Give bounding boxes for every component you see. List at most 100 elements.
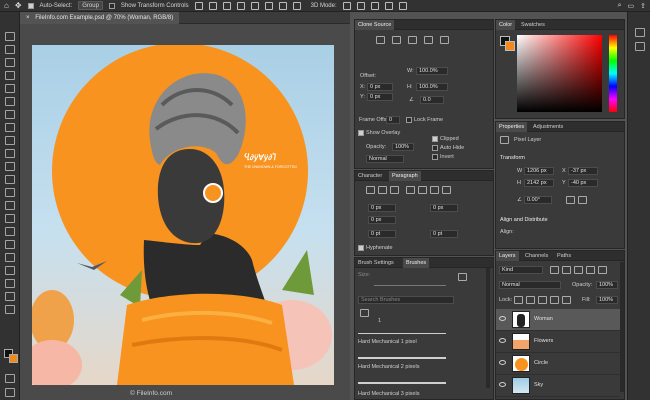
overlay-opacity-field[interactable]: 100%: [392, 143, 414, 151]
clone-source-4-icon[interactable]: [424, 36, 433, 44]
brush-item-3[interactable]: Hard Mechanical 3 pixels: [358, 391, 419, 397]
history-brush-tool-icon[interactable]: [5, 162, 15, 171]
marquee-tool-icon[interactable]: [5, 45, 15, 54]
dodge-tool-icon[interactable]: [5, 214, 15, 223]
show-transform-checkbox[interactable]: [108, 2, 115, 9]
lock-position-icon[interactable]: [538, 296, 547, 304]
more-options-icon[interactable]: [292, 1, 301, 10]
scale-h-field[interactable]: 100.0%: [416, 83, 448, 91]
justify-all-icon[interactable]: [442, 186, 451, 194]
tab-character[interactable]: Character: [355, 171, 385, 181]
hyphenate-checkbox[interactable]: [358, 245, 364, 251]
layer-row-sky[interactable]: Sky: [496, 375, 620, 397]
close-tab-icon[interactable]: ×: [26, 15, 30, 21]
visibility-eye-icon[interactable]: [499, 360, 506, 365]
path-selection-tool-icon[interactable]: [5, 253, 15, 262]
visibility-eye-icon[interactable]: [499, 382, 506, 387]
brush-search-input[interactable]: Search Brushes: [358, 296, 454, 304]
layer-row-flowers[interactable]: Flowers: [496, 331, 620, 353]
pen-tool-icon[interactable]: [5, 227, 15, 236]
frame-offset-field[interactable]: 0: [386, 116, 400, 124]
type-tool-icon[interactable]: [5, 240, 15, 249]
clone-source-3-icon[interactable]: [408, 36, 417, 44]
3d-roll-icon[interactable]: [356, 1, 365, 10]
more-tools-icon[interactable]: [5, 305, 15, 314]
indent-first-line-field[interactable]: 0 px: [368, 216, 396, 224]
auto-select-checkbox[interactable]: [27, 2, 34, 9]
eraser-tool-icon[interactable]: [5, 175, 15, 184]
fill-field[interactable]: 100%: [596, 296, 618, 304]
prop-h-field[interactable]: 2142 px: [524, 179, 554, 187]
prop-x-field[interactable]: -37 px: [568, 167, 598, 175]
document-tab[interactable]: × FileInfo.com Example.psd @ 70% (Woman,…: [20, 12, 180, 24]
filter-pixel-icon[interactable]: [550, 266, 559, 274]
gradient-tool-icon[interactable]: [5, 188, 15, 197]
brush-tool-icon[interactable]: [5, 136, 15, 145]
space-after-field[interactable]: 0 pt: [430, 230, 458, 238]
3d-scale-icon[interactable]: [398, 1, 407, 10]
distribute-icon[interactable]: [278, 1, 287, 10]
indent-right-field[interactable]: 0 px: [430, 204, 458, 212]
crop-tool-icon[interactable]: [5, 84, 15, 93]
layer-blend-mode-dropdown[interactable]: Normal: [499, 281, 561, 289]
share-icon[interactable]: ⇪: [640, 2, 646, 10]
filter-smart-object-icon[interactable]: [598, 266, 607, 274]
clone-source-2-icon[interactable]: [392, 36, 401, 44]
3d-rotate-icon[interactable]: [342, 1, 351, 10]
healing-brush-tool-icon[interactable]: [5, 123, 15, 132]
clipped-checkbox[interactable]: [432, 136, 438, 142]
tab-channels[interactable]: Channels: [522, 251, 551, 261]
history-panel-icon[interactable]: [635, 28, 645, 37]
lock-pixels-icon[interactable]: [526, 296, 535, 304]
layer-filter-dropdown[interactable]: Kind: [499, 266, 543, 274]
tab-color[interactable]: Color: [496, 20, 516, 30]
tab-brush-settings[interactable]: Brush Settings: [355, 258, 397, 268]
lasso-tool-icon[interactable]: [5, 58, 15, 67]
visibility-eye-icon[interactable]: [499, 338, 506, 343]
tab-brushes[interactable]: Brushes: [403, 258, 430, 268]
offset-y-field[interactable]: 0 px: [367, 93, 393, 101]
quick-select-tool-icon[interactable]: [5, 71, 15, 80]
layers-scrollbar[interactable]: [620, 262, 624, 392]
offset-x-field[interactable]: 0 px: [367, 83, 393, 91]
brushes-scrollbar[interactable]: [486, 268, 490, 388]
hue-slider[interactable]: [609, 35, 617, 112]
align-center-icon[interactable]: [208, 1, 217, 10]
scale-w-field[interactable]: 100.0%: [416, 67, 448, 75]
tab-swatches[interactable]: Swatches: [518, 20, 548, 30]
clone-source-1-icon[interactable]: [376, 36, 385, 44]
lock-frame-checkbox[interactable]: [406, 117, 412, 123]
filter-adjustment-icon[interactable]: [562, 266, 571, 274]
indent-left-field[interactable]: 0 px: [368, 204, 396, 212]
tab-properties[interactable]: Properties: [496, 122, 528, 132]
home-icon[interactable]: ⌂: [4, 1, 9, 10]
auto-select-dropdown[interactable]: Group: [78, 1, 103, 10]
3d-slide-icon[interactable]: [384, 1, 393, 10]
libraries-panel-icon[interactable]: [635, 42, 645, 51]
frame-tool-icon[interactable]: [5, 97, 15, 106]
flip-vertical-icon[interactable]: [578, 196, 587, 204]
prop-y-field[interactable]: -40 px: [568, 179, 598, 187]
prop-w-field[interactable]: 1206 px: [524, 167, 554, 175]
blur-tool-icon[interactable]: [5, 201, 15, 210]
tab-layers[interactable]: Layers: [496, 251, 519, 261]
layer-row-woman[interactable]: Woman: [496, 309, 620, 331]
zoom-tool-icon[interactable]: [5, 292, 15, 301]
prop-angle-field[interactable]: 0.00°: [524, 196, 552, 204]
hand-tool-icon[interactable]: [5, 279, 15, 288]
color-picker-field[interactable]: [517, 35, 602, 112]
align-left-icon[interactable]: [194, 1, 203, 10]
clone-source-5-icon[interactable]: [440, 36, 449, 44]
brush-preset-icon[interactable]: [360, 309, 369, 317]
show-overlay-checkbox[interactable]: [358, 130, 364, 136]
canvas-artwork[interactable]: Ⴁ∂ÿ∀ÿ∂Ⴈ THE UNKNOWN & FORGOTTEN: [32, 45, 334, 385]
3d-pan-icon[interactable]: [370, 1, 379, 10]
invert-checkbox[interactable]: [432, 154, 438, 160]
angle-field[interactable]: 0.0: [420, 96, 444, 104]
rectangle-tool-icon[interactable]: [5, 266, 15, 275]
filter-type-icon[interactable]: [574, 266, 583, 274]
quick-mask-icon[interactable]: [5, 374, 15, 383]
lock-artboard-icon[interactable]: [550, 296, 559, 304]
align-center-text-icon[interactable]: [378, 186, 387, 194]
search-icon[interactable]: ⌕: [618, 2, 622, 10]
